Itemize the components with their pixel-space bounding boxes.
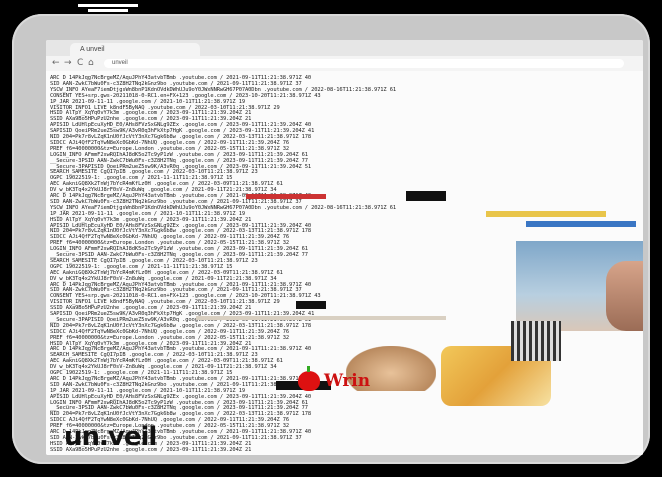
log-line: CONSENT YES+srp.gws-20211018-0-RC1.en+FX… — [50, 293, 321, 300]
log-line: LOGIN_INFO AFmmF2swRQIhAJ8dK5o2Tc9yP1zW … — [50, 151, 308, 158]
glitch-stripe — [486, 211, 606, 217]
log-line: VISITOR_INFO1_LIVE k8ndF5ByNAQ .youtube.… — [50, 104, 280, 111]
log-line: VISITOR_INFO1_LIVE k8ndF5ByNAQ .youtube.… — [50, 299, 280, 306]
log-line: SID AAN-ZwkC7bWu0Fs-c3Z8H2TNq2kGnz9bo .y… — [50, 381, 302, 388]
log-line: NID 204=Pk7r8vLZqK1nU0fJcVtY3nXc7Ggk6b8w… — [50, 134, 312, 140]
log-line: 1P_JAR 2021-09-11-11 .google.com / 2021-… — [50, 387, 246, 394]
apple-icon — [298, 366, 320, 391]
log-line: HSID AlTpY_XqYq0vY7k3m .google.com / 202… — [50, 216, 252, 223]
wrinkle-text: Wrin — [324, 371, 371, 391]
log-line: 1P_JAR 2021-09-11-11 .google.com / 2021-… — [50, 98, 246, 105]
log-line: DV w_bK3Tq4x2YkUJ8rF0sV-Zn8uWq .google.c… — [50, 187, 277, 194]
back-button[interactable]: ← — [52, 58, 60, 69]
log-line: SSID AXa9Bo5HPuPzU2nhe .google.com / 202… — [50, 305, 252, 312]
home-button[interactable]: ⌂ — [88, 58, 94, 69]
log-line: APISID LdUHlpEcuXyHD_E0/AHs8FVzSxGNLg9ZE… — [50, 122, 312, 129]
log-line: OGPC 19022519-1: .google.com / 2021-11-1… — [50, 263, 233, 270]
collage-stripes-image — [511, 321, 561, 361]
log-line: ARC D 14PkJqg7NcBrgeMZ/AquJPhY43atvbTBmb… — [50, 346, 312, 353]
log-line: SIDCC AJi4QfF2TqYwN8eXc0GbKd-7NhUQ .goog… — [50, 328, 290, 335]
glitch-bar — [88, 9, 128, 12]
log-line: ARC D 14PkJqg7NcBrgeMZ/AquJPhY43atvbTBmb… — [50, 75, 312, 81]
log-line: NID 204=Pk7r8vLZqK1nU0fJcVtY3nXc7Ggk6b8w… — [50, 322, 312, 329]
reload-button[interactable]: C — [77, 58, 83, 69]
forward-button[interactable]: → — [64, 58, 72, 69]
log-line: OGPC 19022519-1: .google.com / 2021-11-1… — [50, 370, 233, 376]
glitch-stripe — [526, 221, 636, 227]
log-line: NID 204=Pk7r8vLZqK1nU0fJcVtY3nXc7Ggk6b8w… — [50, 411, 312, 418]
log-line: SID AAN-ZwkC7bWu0Fs-c3Z8H2TNq2kGnz9bo .y… — [50, 80, 302, 87]
log-line: AEC AakniGQ8Xk2TnWj7bYcR4mKfLz0H .google… — [50, 358, 283, 365]
log-line: PREF f6=40000000&tz=Europe.London .youtu… — [50, 145, 290, 152]
log-line: SIDCC AJi4QfF2TqYwN8eXc0GbKd-7NhUQ .goog… — [50, 139, 290, 146]
log-line: __Secure-3PAPISID QoeiPRm2ueZ5sw9K/A3vR0… — [50, 163, 312, 170]
log-line: LOGIN_INFO AFmmF2swRQIhAJ8dK5o2Tc9yP1zW … — [50, 246, 308, 253]
log-line: SEARCH_SAMESITE CgQI7pIB .google.com / 2… — [50, 352, 258, 359]
unveil-logo: un.veil — [64, 422, 157, 452]
log-line: HSID AlTpY_XqYq0vY7k3m .google.com / 202… — [50, 110, 252, 117]
log-line: CONSENT YES+srp.gws-20211018-0-RC1.en+FX… — [50, 92, 321, 99]
log-line: SAPISID QoeiPRm2ueZ5sw9K/A3vR0q3hFkXtp7H… — [50, 128, 315, 135]
log-line: YSCW_INFO AYeaF7iemDtjgsWn8bnP1KdnOVdkDW… — [50, 204, 396, 211]
log-line: ARC D 14PkJqg7NcBrgeMZ/AquJPhY43atvbTBmb… — [50, 375, 312, 382]
tablet-frame: A unveil ← → C ⌂ unveil SSID AXa9Bo5HPuP… — [12, 14, 650, 464]
glitch-bar — [78, 4, 138, 7]
log-line: 1P_JAR 2021-09-11-11 .google.com / 2021-… — [50, 210, 246, 217]
log-line: AEC AakniGQ8Xk2TnWj7bYcR4mKfLz0H .google… — [50, 181, 283, 188]
log-line: ARC D 14PkJqg7NcBrgeMZ/AquJPhY43atvbTBmb… — [50, 281, 312, 288]
cookie-log-content: SSID AXa9Bo5HPuPzU2nhe .google.com / 202… — [46, 71, 643, 455]
log-line: SID AAN-ZwkC7bWu0Fs-c3Z8H2TNq2kGnz9bo .y… — [50, 287, 302, 294]
log-line: NID 204=Pk7r8vLZqK1nU0fJcVtY3nXc7Ggk6b8w… — [50, 228, 312, 235]
log-line: DV w_bK3Tq4x2YkUJ8rF0sV-Zn8uWq .google.c… — [50, 275, 277, 282]
log-line: PREF f6=40000000&tz=Europe.London .youtu… — [50, 240, 290, 247]
tab-bar: A unveil — [46, 40, 643, 61]
log-line: PREF f6=40000000&tz=Europe.London .youtu… — [50, 334, 290, 341]
log-line: APISID LdUHlpEcuXyHD_E0/AHs8FVzSxGNLg9ZE… — [50, 393, 312, 400]
log-line: LOGIN_INFO AFmmF2swRQIhAJ8dK5o2Tc9yP1zW … — [50, 399, 308, 406]
address-bar[interactable]: unveil — [104, 59, 624, 68]
log-line: SSID AXa9Bo5HPuPzU2nhe .google.com / 202… — [50, 116, 252, 123]
log-line: __Secure-3PSID AAN-ZwkC7bWu0Fs-c3Z8H2TNq… — [50, 405, 308, 412]
log-line: __Secure-3PSID AAN-ZwkC7bWu0Fs-c3Z8H2TNq… — [50, 252, 308, 258]
log-line: SEARCH_SAMESITE CgQI7pIB .google.com / 2… — [50, 169, 258, 176]
log-line: OGPC 19022519-1: .google.com / 2021-11-1… — [50, 175, 233, 182]
glitch-stripe — [246, 194, 326, 199]
collage-face-image — [606, 261, 643, 331]
log-line: SIDCC AJi4QfF2TqYwN8eXc0GbKd-7NhUQ .goog… — [50, 234, 290, 241]
glitch-stripe — [196, 316, 446, 320]
log-line: DV w_bK3Tq4x2YkUJ8rF0sV-Zn8uWq .google.c… — [50, 364, 277, 371]
log-line: AEC AakniGQ8Xk2TnWj7bYcR4mKfLz0H .google… — [50, 269, 283, 276]
redaction-bar — [406, 191, 446, 201]
browser-toolbar: ← → C ⌂ unveil — [46, 56, 643, 72]
tab-unveil[interactable]: A unveil — [70, 43, 200, 56]
browser-window: A unveil ← → C ⌂ unveil SSID AXa9Bo5HPuP… — [46, 40, 643, 455]
log-line: YSCW_INFO AYeaF7iemDtjgsWn8bnP1KdnOVdkDW… — [50, 86, 396, 93]
redaction-bar — [296, 301, 326, 309]
corner-glitch-mark — [78, 0, 138, 14]
log-line: SEARCH_SAMESITE CgQI7pIB .google.com / 2… — [50, 257, 258, 264]
log-line: APISID LdUHlpEcuXyHD_E0/AHs8FVzSxGNLg9ZE… — [50, 222, 312, 229]
log-line: __Secure-3PSID AAN-ZwkC7bWu0Fs-c3Z8H2TNq… — [50, 157, 308, 164]
log-line: SID AAN-ZwkC7bWu0Fs-c3Z8H2TNq2kGnz9bo .y… — [50, 198, 302, 205]
log-line: HSID AlTpY_XqYq0vY7k3m .google.com / 202… — [50, 340, 252, 347]
